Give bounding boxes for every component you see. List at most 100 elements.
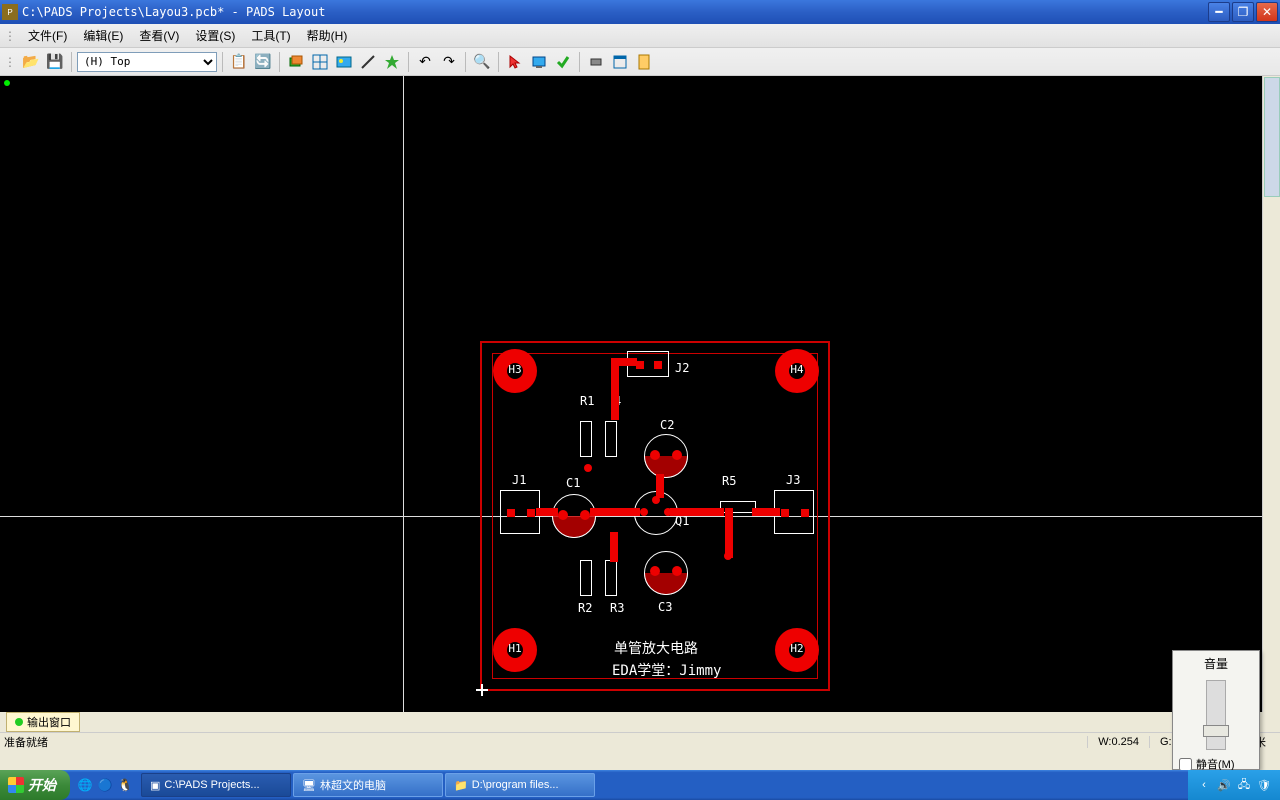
label-c2: C2 xyxy=(660,418,674,432)
close-button[interactable]: ✕ xyxy=(1256,2,1278,22)
ie-icon[interactable]: 🌐 xyxy=(76,776,94,794)
tool-star-icon[interactable] xyxy=(381,51,403,73)
toolbar-grip[interactable]: ⋮ xyxy=(4,55,16,69)
layer-select[interactable]: (H) Top xyxy=(77,52,217,72)
trace xyxy=(725,508,733,558)
open-button[interactable]: 📂 xyxy=(20,51,42,73)
start-label: 开始 xyxy=(28,775,56,795)
menu-setup[interactable]: 设置(S) xyxy=(187,25,243,46)
volume-knob[interactable] xyxy=(1203,725,1229,737)
status-dot-icon xyxy=(15,718,23,726)
quick-launch: 🌐 🔵 🐧 xyxy=(70,776,140,794)
taskbar: 开始 🌐 🔵 🐧 ▣ C:\PADS Projects... 🖥 林超文的电脑 … xyxy=(0,770,1280,800)
separator xyxy=(465,52,466,72)
design-canvas[interactable]: H3 H4 H1 H2 J1 J2 J3 R1 4 R2 R3 xyxy=(0,76,1280,712)
trace xyxy=(656,474,664,498)
component-j1 xyxy=(500,490,540,534)
tool-grid-icon[interactable] xyxy=(309,51,331,73)
status-width: W:0.254 xyxy=(1087,736,1149,748)
system-tray[interactable]: ‹ 🔊 🖧 🛡 xyxy=(1188,770,1280,800)
separator xyxy=(222,52,223,72)
label-h1: H1 xyxy=(493,642,537,655)
zoom-button[interactable]: 🔍 xyxy=(471,51,493,73)
component-r3-body xyxy=(605,560,617,596)
component-icon[interactable] xyxy=(585,51,607,73)
statusbar: 准备就绪 W:0.254 G:1 1 -11 毫米 xyxy=(0,732,1280,750)
trace xyxy=(670,508,724,516)
maximize-button[interactable]: ❐ xyxy=(1232,2,1254,22)
trace xyxy=(590,508,640,516)
volume-title: 音量 xyxy=(1173,651,1259,676)
via xyxy=(584,464,592,472)
mute-checkbox[interactable] xyxy=(1179,758,1192,771)
component-r1-body xyxy=(580,421,592,457)
pad xyxy=(650,450,660,460)
copy-button[interactable]: 📋 xyxy=(228,51,250,73)
separator xyxy=(279,52,280,72)
taskbar-item-folder[interactable]: 📁 D:\program files... xyxy=(445,773,595,797)
volume-panel[interactable]: 音量 静音(M) xyxy=(1172,650,1260,770)
media-icon[interactable]: 🔵 xyxy=(96,776,114,794)
pad xyxy=(558,510,568,520)
trace xyxy=(752,508,780,516)
status-ready: 准备就绪 xyxy=(4,734,1087,750)
pad xyxy=(672,566,682,576)
label-r3: R3 xyxy=(610,601,624,615)
start-button[interactable]: 开始 xyxy=(0,770,70,800)
redo-button[interactable]: ↷ xyxy=(438,51,460,73)
label-j2: J2 xyxy=(675,361,689,375)
menubar-grip[interactable]: ⋮ xyxy=(4,29,16,43)
tray-network-icon[interactable]: 🖧 xyxy=(1236,777,1252,793)
save-button[interactable]: 💾 xyxy=(44,51,66,73)
titlebar: P C:\PADS Projects\Layou3.pcb* - PADS La… xyxy=(0,0,1280,24)
select-icon[interactable] xyxy=(504,51,526,73)
trace xyxy=(610,532,618,562)
menu-tools[interactable]: 工具(T) xyxy=(243,25,298,46)
windows-logo-icon xyxy=(8,777,24,793)
origin-indicator xyxy=(4,80,10,86)
trace xyxy=(611,358,637,366)
tool-line-icon[interactable] xyxy=(357,51,379,73)
label-r2: R2 xyxy=(578,601,592,615)
taskbar-label: C:\PADS Projects... xyxy=(164,779,259,791)
trace xyxy=(611,358,619,420)
output-window-tab[interactable]: 输出窗口 xyxy=(6,712,80,732)
label-q1: Q1 xyxy=(675,514,689,528)
undo-button[interactable]: ↶ xyxy=(414,51,436,73)
taskbar-label: D:\program files... xyxy=(472,779,559,791)
tool-image-icon[interactable] xyxy=(333,51,355,73)
minimize-button[interactable]: ━ xyxy=(1208,2,1230,22)
component-r4-body xyxy=(605,421,617,457)
taskbar-item-pads[interactable]: ▣ C:\PADS Projects... xyxy=(141,773,291,797)
component-c1-arc xyxy=(552,516,596,538)
volume-slider[interactable] xyxy=(1206,680,1226,750)
vertical-scrollbar[interactable] xyxy=(1262,76,1280,712)
label-h2: H2 xyxy=(775,642,819,655)
taskbar-item-computer[interactable]: 🖥 林超文的电脑 xyxy=(293,773,443,797)
tool-layers-icon[interactable] xyxy=(285,51,307,73)
tray-shield-icon[interactable]: 🛡 xyxy=(1256,777,1272,793)
folder-icon: 📁 xyxy=(454,779,468,792)
component-c3-arc xyxy=(644,573,688,595)
qq-icon[interactable]: 🐧 xyxy=(116,776,134,794)
tray-icon[interactable]: ‹ xyxy=(1196,777,1212,793)
via xyxy=(724,552,732,560)
menu-help[interactable]: 帮助(H) xyxy=(299,25,356,46)
display-icon[interactable] xyxy=(528,51,550,73)
menu-view[interactable]: 查看(V) xyxy=(131,25,187,46)
pad xyxy=(672,450,682,460)
component-c2-arc xyxy=(644,456,688,478)
scrollbar-thumb[interactable] xyxy=(1264,77,1280,197)
label-r5: R5 xyxy=(722,474,736,488)
check-icon[interactable] xyxy=(552,51,574,73)
window-icon[interactable] xyxy=(609,51,631,73)
separator xyxy=(408,52,409,72)
crosshair-vertical xyxy=(403,76,404,712)
tray-volume-icon[interactable]: 🔊 xyxy=(1216,777,1232,793)
pad xyxy=(650,566,660,576)
menubar: ⋮ 文件(F) 编辑(E) 查看(V) 设置(S) 工具(T) 帮助(H) xyxy=(0,24,1280,48)
refresh-button[interactable]: 🔄 xyxy=(252,51,274,73)
report-icon[interactable] xyxy=(633,51,655,73)
menu-edit[interactable]: 编辑(E) xyxy=(75,25,131,46)
menu-file[interactable]: 文件(F) xyxy=(20,25,75,46)
